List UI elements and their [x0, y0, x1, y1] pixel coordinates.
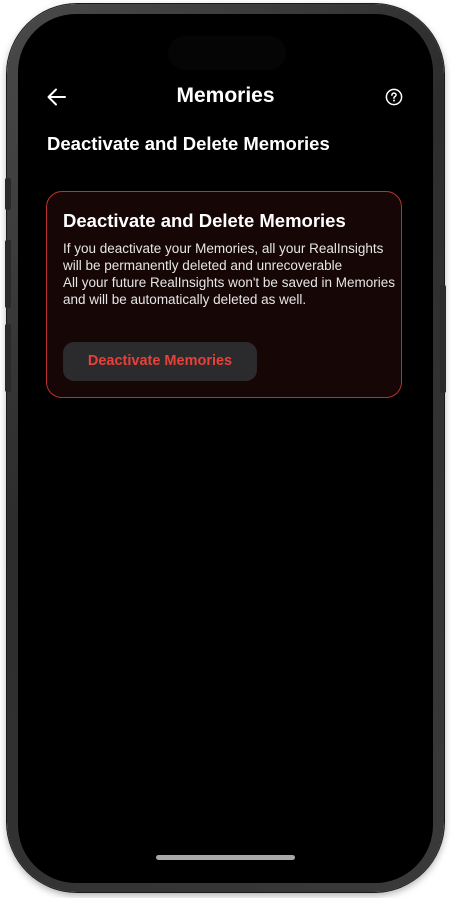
card-description-line2: All your future RealInsights won't be sa… [63, 275, 395, 307]
header: Memories [18, 80, 433, 114]
screen: Memories Deactivate and Delete Memories … [18, 14, 433, 883]
home-indicator[interactable] [156, 855, 295, 860]
help-button[interactable] [384, 87, 404, 107]
volume-down-button [5, 324, 11, 392]
question-circle-icon [385, 88, 403, 106]
page-title: Memories [176, 84, 275, 107]
action-button [5, 178, 11, 210]
card-description-line1: If you deactivate your Memories, all you… [63, 241, 384, 273]
card-description: If you deactivate your Memories, all you… [63, 240, 399, 308]
power-button [440, 285, 446, 393]
card-title: Deactivate and Delete Memories [63, 210, 346, 231]
deactivate-memories-button[interactable]: Deactivate Memories [63, 342, 257, 381]
dynamic-island [168, 36, 286, 70]
volume-up-button [5, 240, 11, 308]
section-heading: Deactivate and Delete Memories [47, 133, 330, 154]
deactivate-card: Deactivate and Delete Memories If you de… [46, 191, 402, 398]
